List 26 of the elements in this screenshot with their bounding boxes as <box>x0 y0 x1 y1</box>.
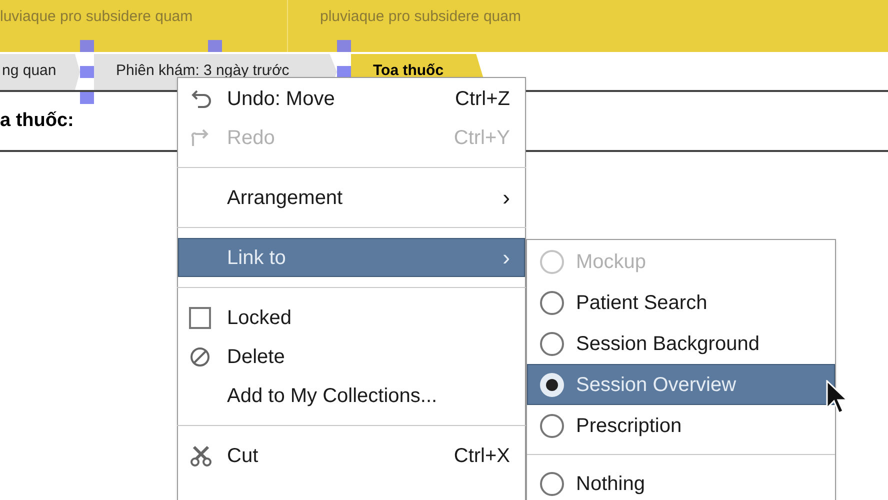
redo-icon <box>189 126 211 148</box>
selection-handle[interactable] <box>80 92 94 104</box>
menu-item[interactable]: Arrangement › <box>178 178 525 217</box>
selection-handle[interactable] <box>80 66 94 78</box>
menu-item[interactable]: Link to › <box>178 238 525 277</box>
menu-item[interactable]: Session Background <box>527 323 835 364</box>
menu-item[interactable]: Prescription <box>527 405 835 446</box>
menu-item[interactable]: Add to My Collections... <box>178 376 525 415</box>
tab[interactable]: ng quan <box>0 54 80 90</box>
menu-item[interactable]: Session Overview <box>527 364 835 405</box>
field-label: a thuốc: <box>0 108 74 133</box>
selection-handle[interactable] <box>337 40 351 52</box>
selection-handle[interactable] <box>337 66 351 78</box>
undo-icon <box>189 88 211 110</box>
checkbox[interactable] <box>189 306 211 328</box>
menu-item[interactable]: Patient Search <box>527 282 835 323</box>
menu-item[interactable]: Locked <box>178 298 525 337</box>
menu-item[interactable]: Delete <box>178 337 525 376</box>
selection-handle[interactable] <box>80 40 94 52</box>
selection-handle[interactable] <box>208 40 222 52</box>
scissors-icon <box>189 444 213 468</box>
prohibited-icon <box>189 346 211 368</box>
header-subtitle: pluviaque pro subsidere quam <box>320 6 521 26</box>
menu-item[interactable]: Cut Ctrl+X <box>178 436 525 475</box>
menu-item[interactable]: Nothing <box>527 463 835 500</box>
header-subtitle: luviaque pro subsidere quam <box>0 6 193 26</box>
